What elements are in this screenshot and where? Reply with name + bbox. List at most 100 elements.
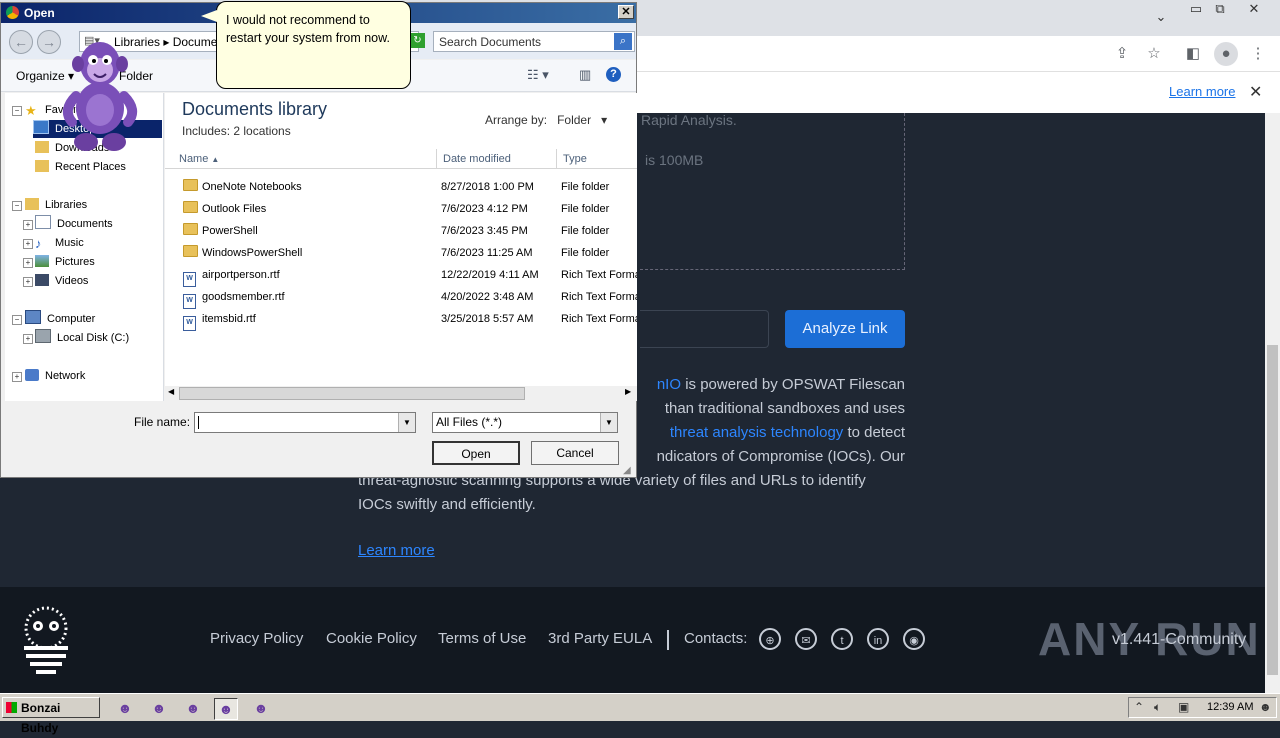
tray-expand-icon[interactable]: ⌃ [1134, 700, 1144, 714]
bonzi-task-icon-4[interactable]: ☻ [214, 698, 238, 720]
network-expander[interactable]: + [12, 372, 22, 382]
analyze-link-button[interactable]: Analyze Link [785, 310, 905, 348]
file-row[interactable]: OneNote Notebooks 8/27/2018 1:00 PM File f… [165, 176, 637, 198]
share-icon[interactable]: ⇪ [1112, 44, 1132, 64]
file-type-cell: Rich Text Forma [561, 269, 637, 281]
scroll-left-icon[interactable]: ◀ [168, 387, 174, 396]
documents-expander[interactable]: + [23, 220, 33, 230]
help-icon[interactable]: ? [606, 67, 621, 82]
videos-icon [35, 274, 49, 286]
threat-analysis-link[interactable]: threat analysis technology [670, 424, 843, 441]
linkedin-icon[interactable]: in [867, 628, 889, 650]
start-button[interactable]: Bonzai Buhdy [2, 697, 100, 735]
footer-cookie-policy[interactable]: Cookie Policy [326, 630, 417, 647]
pictures-icon [35, 255, 49, 267]
computer-expander[interactable]: − [12, 315, 22, 325]
minimize-button[interactable]: ▭ [1186, 0, 1206, 20]
cancel-button[interactable]: Cancel [531, 441, 619, 465]
local-disk-expander[interactable]: + [23, 334, 33, 344]
taskbar: Bonzai Buhdy ☻ ☻ ☻ ☻ ☻ ⌃ 🔈︎ ▣ 12:39 AM ☻ [0, 693, 1280, 735]
horizontal-scroll-thumb[interactable] [179, 387, 525, 400]
network-tray-icon[interactable]: ▣ [1178, 700, 1189, 714]
link-url-input[interactable] [640, 310, 769, 348]
website-icon[interactable]: ⊕ [759, 628, 781, 650]
menu-kebab-icon[interactable]: ⋮ [1248, 44, 1268, 64]
file-row[interactable]: Wairportperson.rtf 12/22/2019 4:11 AM Rich… [165, 264, 637, 287]
bookmark-star-icon[interactable]: ☆ [1144, 44, 1164, 64]
open-button[interactable]: Open [432, 441, 520, 465]
page-scroll-thumb[interactable] [1267, 345, 1278, 675]
preview-pane-icon[interactable]: ▥ [579, 67, 591, 83]
file-row[interactable]: PowerShell 7/6/2023 3:45 PM File folder [165, 220, 637, 242]
bonzi-tray-icon[interactable]: ☻ [1259, 700, 1272, 714]
bonzi-buddy-character[interactable] [56, 36, 146, 154]
column-type[interactable]: Type [557, 149, 637, 169]
back-button[interactable]: ← [9, 30, 33, 54]
profile-avatar[interactable]: ● [1214, 42, 1238, 66]
tree-local-disk[interactable]: Local Disk (C:) [35, 329, 129, 347]
search-input[interactable]: Search Documents ⌕ [433, 31, 635, 52]
tree-recent-places[interactable]: Recent Places [35, 158, 126, 176]
file-name-cell: OneNote Notebooks [183, 176, 433, 198]
volume-icon[interactable]: 🔈︎ [1154, 700, 1161, 715]
twitter-icon[interactable]: t [831, 628, 853, 650]
file-name-input[interactable]: ▼ [194, 412, 416, 433]
file-name-dropdown-icon[interactable]: ▼ [398, 413, 415, 432]
favorites-expander[interactable]: − [12, 106, 22, 116]
bonzi-task-icon-1[interactable]: ☻ [114, 698, 136, 718]
footer-divider [667, 630, 669, 650]
footer-third-party-eula[interactable]: 3rd Party EULA [548, 630, 652, 647]
file-row[interactable]: Wgoodsmember.rtf 4/20/2022 3:48 AM Rich Te… [165, 286, 637, 309]
arrange-value: Folder [557, 113, 592, 127]
restore-button[interactable]: ⧉ [1210, 0, 1230, 20]
product-link[interactable]: nIO [657, 376, 681, 393]
banner-learn-more-link[interactable]: Learn more [1169, 84, 1235, 99]
horizontal-scrollbar[interactable]: ◀ ▶ [165, 386, 637, 401]
file-row[interactable]: WindowsPowerShell 7/6/2023 11:25 AM File f… [165, 242, 637, 264]
file-drop-zone[interactable] [640, 113, 905, 270]
tree-computer[interactable]: Computer [25, 310, 95, 328]
music-expander[interactable]: + [23, 239, 33, 249]
close-window-button[interactable]: ✕ [1244, 0, 1264, 20]
side-panel-icon[interactable]: ◧ [1183, 44, 1203, 64]
dialog-close-button[interactable]: ✕ [618, 5, 634, 19]
page-scrollbar[interactable] [1265, 113, 1280, 693]
pictures-expander[interactable]: + [23, 258, 33, 268]
version-label: v1.441-Community [1112, 631, 1247, 648]
footer-privacy-policy[interactable]: Privacy Policy [210, 630, 303, 647]
footer-terms-of-use[interactable]: Terms of Use [438, 630, 526, 647]
column-name[interactable]: Name ▲ [165, 149, 437, 169]
tab-search-icon[interactable]: ⌄ [1151, 8, 1171, 28]
libraries-expander[interactable]: − [12, 201, 22, 211]
bonzi-task-icon-3[interactable]: ☻ [182, 698, 204, 718]
libraries-icon [25, 198, 39, 210]
tree-videos[interactable]: Videos [35, 272, 88, 290]
file-row[interactable]: Outlook Files 7/6/2023 4:12 PM File folder [165, 198, 637, 220]
tree-documents[interactable]: Documents [35, 215, 113, 233]
bonzi-task-icon-5[interactable]: ☻ [250, 698, 272, 718]
scroll-right-icon[interactable]: ▶ [625, 387, 631, 396]
videos-expander[interactable]: + [23, 277, 33, 287]
speech-bubble-text: I would not recommend to restart your sy… [226, 13, 390, 45]
file-row[interactable]: Witemsbid.rtf 3/25/2018 5:57 AM Rich Text … [165, 308, 637, 331]
email-icon[interactable]: ✉ [795, 628, 817, 650]
tree-libraries[interactable]: Libraries [25, 196, 87, 214]
search-icon[interactable]: ⌕ [614, 33, 632, 50]
bonzi-task-icon-2[interactable]: ☻ [148, 698, 170, 718]
arrange-by[interactable]: Arrange by: Folder ▾ [485, 113, 607, 127]
refresh-icon[interactable]: ↻ [410, 33, 425, 48]
learn-more-link[interactable]: Learn more [358, 542, 435, 559]
tree-music[interactable]: ♪ Music [35, 234, 84, 252]
file-type-cell: Rich Text Forma [561, 291, 637, 303]
view-options-icon[interactable]: ☷ ▾ [527, 67, 549, 83]
tree-network[interactable]: Network [25, 367, 85, 385]
file-type-dropdown-icon[interactable]: ▼ [600, 413, 617, 432]
column-date-modified[interactable]: Date modified [437, 149, 557, 169]
tree-pictures[interactable]: Pictures [35, 253, 95, 271]
file-type-select[interactable]: All Files (*.*) ▼ [432, 412, 618, 433]
github-icon[interactable]: ◉ [903, 628, 925, 650]
file-name-cell: Wgoodsmember.rtf [183, 286, 433, 309]
resize-grip-icon[interactable]: ◢ [623, 465, 631, 476]
file-list-pane: Documents library Includes: 2 locations … [165, 93, 637, 401]
banner-close-icon[interactable]: ✕ [1249, 82, 1262, 102]
